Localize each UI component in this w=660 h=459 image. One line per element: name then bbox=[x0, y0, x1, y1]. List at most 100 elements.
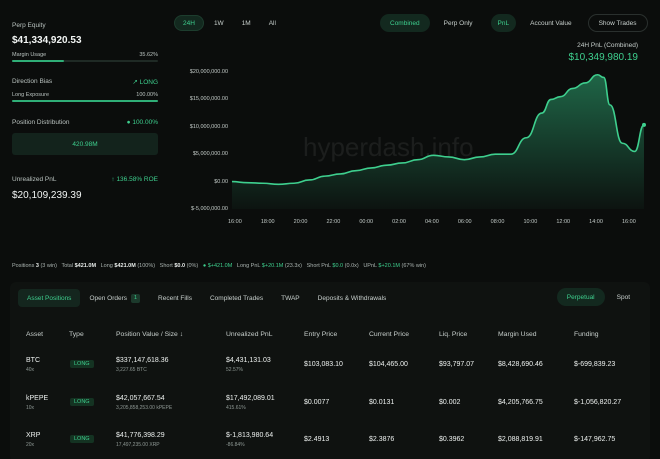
unrealized-pnl-pct: -86.84% bbox=[226, 442, 245, 448]
entry-price: $103,083.10 bbox=[304, 361, 343, 368]
tab-perpetual[interactable]: Perpetual bbox=[556, 288, 605, 306]
total-label: Total bbox=[61, 263, 74, 269]
unrealized-pnl-label: Unrealized PnL bbox=[12, 176, 57, 183]
current-price: $2.3876 bbox=[369, 436, 395, 443]
position-distribution-value: 100.00% bbox=[132, 119, 158, 126]
entry-price: $0.0077 bbox=[304, 399, 330, 406]
unrealized-pnl: $4,431,131.03 bbox=[226, 357, 271, 364]
col-position-value-label: Position Value / Size bbox=[116, 331, 178, 338]
col-liq-price[interactable]: Liq. Price bbox=[439, 331, 467, 338]
distribution-bar-value: 420.98M bbox=[72, 140, 98, 148]
open-orders-count: 1 bbox=[131, 293, 141, 303]
long-pnl-note: (23.3x) bbox=[284, 263, 303, 269]
long-pnl-label: Long PnL bbox=[236, 263, 261, 269]
pnl-chart-panel: 24H 1W 1M All Combined Perp Only PnL Acc… bbox=[168, 8, 650, 242]
liq-price: $0.002 bbox=[439, 399, 461, 406]
short-label: Short bbox=[159, 263, 173, 269]
asset-name: BTC bbox=[26, 357, 40, 364]
funding-value: $-699,839.23 bbox=[574, 361, 616, 368]
col-entry-price[interactable]: Entry Price bbox=[304, 331, 337, 338]
margin-used: $4,205,766.75 bbox=[498, 399, 543, 406]
direction-bias-label: Direction Bias bbox=[12, 78, 53, 85]
short-pnl-label: Short PnL bbox=[306, 263, 331, 269]
tab-completed-trades[interactable]: Completed Trades bbox=[201, 289, 272, 307]
positions-note: (3 win) bbox=[40, 263, 57, 269]
unrealized-pnl-pct: 415.61% bbox=[226, 405, 246, 411]
position-distribution-label: Position Distribution bbox=[12, 119, 70, 126]
position-value: $42,057,667.54 bbox=[116, 395, 165, 402]
liq-price: $93,797.07 bbox=[439, 361, 475, 368]
tab-spot[interactable]: Spot bbox=[607, 288, 640, 306]
positions-summary: Positions 3 (3 win) Total $421.0M Long $… bbox=[12, 263, 426, 269]
col-unrealized-pnl[interactable]: Unrealized PnL bbox=[226, 331, 272, 338]
col-type[interactable]: Type bbox=[69, 331, 84, 338]
positions-tabs: Asset Positions Open Orders 1 Recent Fill… bbox=[18, 289, 395, 307]
account-summary-panel: Perp Equity $41,334,920.53 Margin Usage … bbox=[12, 8, 158, 242]
perp-equity-label: Perp Equity bbox=[12, 22, 46, 29]
margin-usage-bar bbox=[12, 60, 158, 62]
positions-value: 3 bbox=[35, 263, 39, 269]
long-value: $421.0M bbox=[114, 263, 136, 269]
col-position-value[interactable]: Position Value / Size ↓ bbox=[116, 331, 183, 338]
tab-deposits-withdrawals[interactable]: Deposits & Withdrawals bbox=[309, 289, 396, 307]
roe-value: 136.58% ROE bbox=[116, 176, 158, 183]
position-size: 3,227.65 BTC bbox=[116, 367, 147, 373]
current-price: $0.0131 bbox=[369, 399, 395, 406]
col-asset[interactable]: Asset bbox=[26, 331, 43, 338]
unrealized-pnl: $-1,813,980.64 bbox=[226, 432, 274, 439]
net-value: $+421.0M bbox=[207, 263, 233, 269]
tab-asset-positions[interactable]: Asset Positions bbox=[18, 289, 81, 307]
direction-bias-value: LONG bbox=[139, 79, 158, 86]
upnl-label: UPnL bbox=[363, 263, 377, 269]
pnl-area-chart[interactable]: hyperdash.info bbox=[168, 8, 650, 242]
position-value: $337,147,618.36 bbox=[116, 357, 169, 364]
margin-usage-label: Margin Usage bbox=[12, 52, 47, 58]
tab-twap[interactable]: TWAP bbox=[272, 289, 309, 307]
market-tabs: Perpetual Spot bbox=[556, 288, 640, 306]
distribution-bar[interactable]: 420.98M bbox=[12, 133, 158, 155]
tab-open-orders-label: Open Orders bbox=[89, 294, 128, 302]
margin-usage-value: 35.62% bbox=[139, 52, 158, 58]
long-pct: (100%) bbox=[137, 263, 156, 269]
margin-used: $2,088,819.91 bbox=[498, 436, 543, 443]
long-pnl-value: $+20.1M bbox=[261, 263, 284, 269]
long-exposure-value: 100.00% bbox=[136, 92, 158, 98]
short-value: $0.0 bbox=[174, 263, 186, 269]
tab-recent-fills[interactable]: Recent Fills bbox=[149, 289, 201, 307]
margin-used: $8,428,690.46 bbox=[498, 361, 543, 368]
position-type-badge: LONG bbox=[70, 398, 94, 406]
funding-value: $-147,962.75 bbox=[574, 436, 616, 443]
position-type-badge: LONG bbox=[70, 360, 94, 368]
entry-price: $2.4913 bbox=[304, 436, 330, 443]
unrealized-pnl: $17,492,089.01 bbox=[226, 395, 275, 402]
asset-name: XRP bbox=[26, 432, 41, 439]
col-current-price[interactable]: Current Price bbox=[369, 331, 409, 338]
tab-open-orders[interactable]: Open Orders 1 bbox=[80, 289, 149, 307]
short-pct: (0%) bbox=[186, 263, 199, 269]
position-size: 3,205,858,253.00 kPEPE bbox=[116, 405, 173, 411]
positions-table-panel: Asset Positions Open Orders 1 Recent Fill… bbox=[10, 282, 650, 459]
long-label: Long bbox=[100, 263, 113, 269]
position-type-badge: LONG bbox=[70, 435, 94, 443]
upnl-note: (67% win) bbox=[401, 263, 426, 269]
leverage-label: 40x bbox=[26, 367, 35, 373]
short-pnl-value: $0.0 bbox=[332, 263, 344, 269]
dot-icon: ● bbox=[202, 263, 207, 269]
unrealized-pnl-pct: 52.57% bbox=[226, 367, 243, 373]
pnl-last-point bbox=[642, 122, 646, 127]
leverage-label: 20x bbox=[26, 442, 35, 448]
upnl-value: $+20.1M bbox=[378, 263, 400, 269]
asset-name: kPEPE bbox=[26, 395, 49, 402]
position-value: $41,776,398.29 bbox=[116, 432, 165, 439]
long-exposure-label: Long Exposure bbox=[12, 92, 49, 98]
funding-value: $-1,056,820.27 bbox=[574, 399, 622, 406]
arrow-up-icon: ↑ bbox=[111, 176, 115, 183]
short-pnl-note: (0.0x) bbox=[344, 263, 359, 269]
liq-price: $0.3962 bbox=[439, 436, 465, 443]
trend-up-icon: ↗ bbox=[132, 79, 138, 86]
col-funding[interactable]: Funding bbox=[574, 331, 599, 338]
col-margin-used[interactable]: Margin Used bbox=[498, 331, 537, 338]
current-price: $104,465.00 bbox=[369, 361, 408, 368]
leverage-label: 10x bbox=[26, 405, 35, 411]
long-exposure-bar bbox=[12, 100, 158, 102]
